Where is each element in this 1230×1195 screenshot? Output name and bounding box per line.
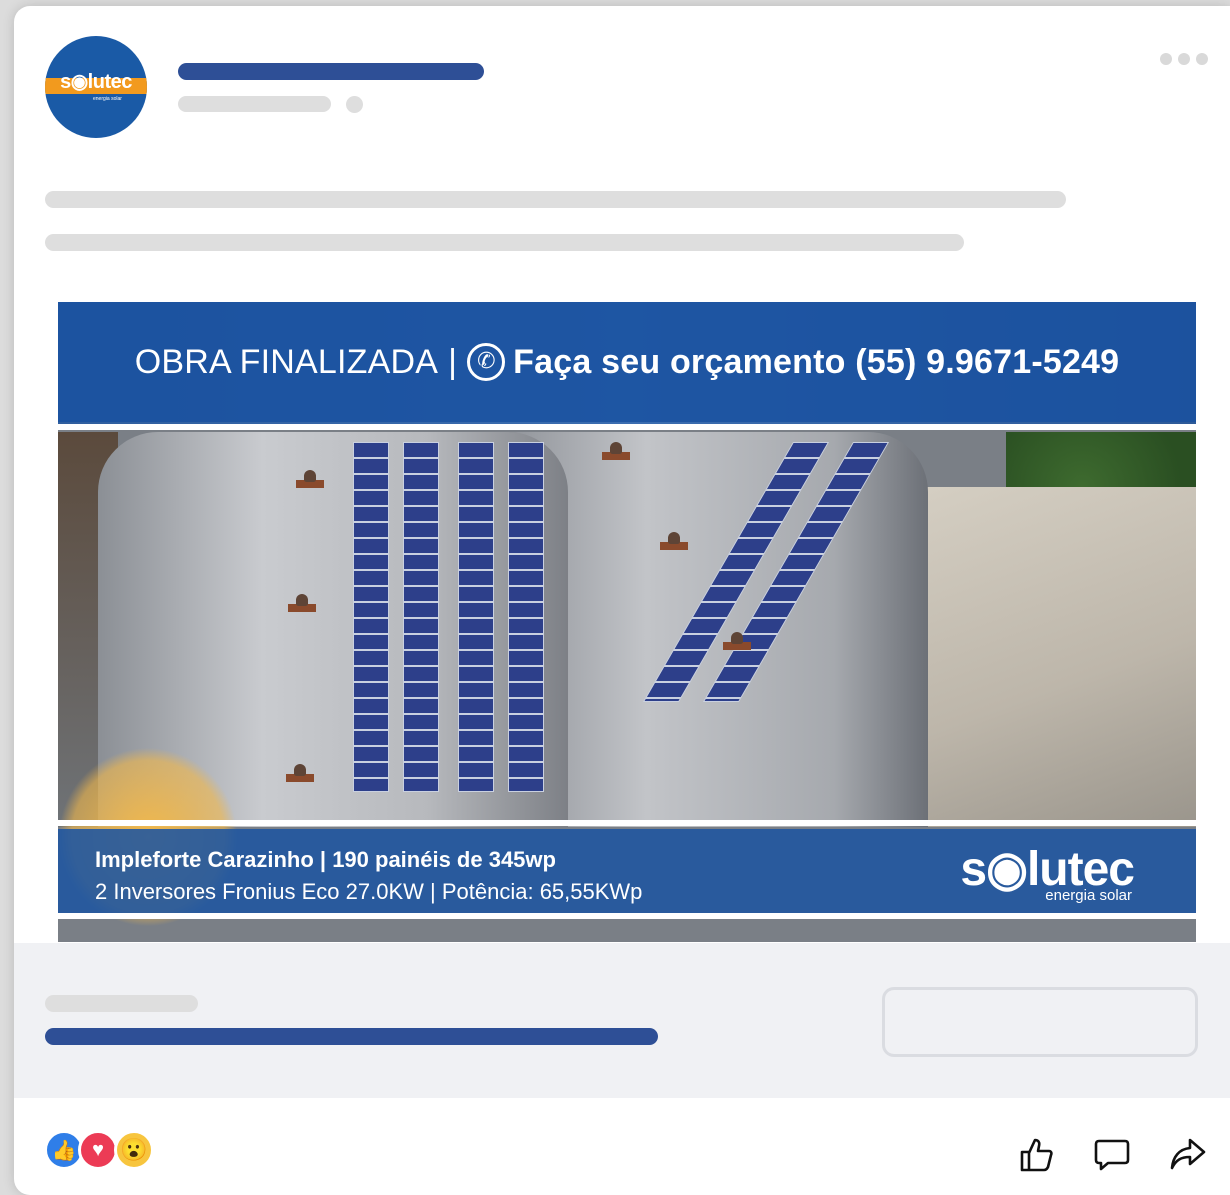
thumbs-up-icon[interactable] [1016, 1134, 1056, 1174]
thumbs-up-glyph [1020, 1138, 1053, 1172]
solar-panel-row [458, 442, 494, 792]
roof-vent [602, 442, 630, 460]
bottom-banner: Impleforte Carazinho | 190 painéis de 34… [58, 829, 1196, 913]
love-reaction-icon: ♥ [78, 1130, 118, 1170]
whatsapp-icon [467, 343, 506, 381]
share-icon[interactable] [1168, 1134, 1208, 1174]
more-options-icon[interactable] [1160, 53, 1208, 65]
solar-panel-row [353, 442, 389, 792]
link-title-placeholder [45, 1028, 658, 1045]
roof-vent [286, 764, 314, 782]
post-actions [1016, 1134, 1208, 1174]
wow-reaction-icon: 😮 [114, 1130, 154, 1170]
banner-separator: | [448, 342, 458, 381]
dot [1178, 53, 1190, 65]
avatar-tagline: energia solar [93, 96, 122, 102]
comment-icon[interactable] [1092, 1134, 1132, 1174]
avatar-logo: s◉lutec [60, 71, 132, 93]
banner-cta: Faça seu orçamento (55) 9.9671-5249 [513, 342, 1120, 381]
solar-panel-row [403, 442, 439, 792]
caption-line-placeholder [45, 234, 964, 251]
author-name-placeholder[interactable] [178, 63, 484, 80]
roof-vent [288, 594, 316, 612]
divider [58, 913, 1196, 919]
comment-glyph [1094, 1139, 1130, 1171]
dot [1160, 53, 1172, 65]
post-date-placeholder [178, 96, 331, 112]
post-card: s◉lutec energia solar OBRA FINALIZADA | … [14, 6, 1230, 1195]
divider [58, 424, 1196, 430]
page-avatar[interactable]: s◉lutec energia solar [45, 36, 147, 138]
roof-vent [660, 532, 688, 550]
banner-title: OBRA FINALIZADA [134, 342, 439, 381]
divider [58, 820, 1196, 826]
project-title: Impleforte Carazinho | 190 painéis de 34… [95, 847, 556, 872]
link-preview-footer[interactable] [14, 943, 1230, 1098]
dot [1196, 53, 1208, 65]
link-domain-placeholder [45, 995, 198, 1012]
cta-button-placeholder[interactable] [882, 987, 1198, 1057]
share-glyph [1170, 1138, 1206, 1170]
privacy-dot-placeholder [346, 96, 363, 113]
solar-panel-row [508, 442, 544, 792]
post-image[interactable]: OBRA FINALIZADA | Faça seu orçamento (55… [58, 302, 1196, 942]
caption-line-placeholder [45, 191, 1066, 208]
top-banner: OBRA FINALIZADA | Faça seu orçamento (55… [58, 302, 1196, 422]
project-specs: 2 Inversores Fronius Eco 27.0KW | Potênc… [95, 879, 643, 904]
roof-vent [723, 632, 751, 650]
roof-vent [296, 470, 324, 488]
brand-tagline: energia solar [1045, 887, 1132, 904]
